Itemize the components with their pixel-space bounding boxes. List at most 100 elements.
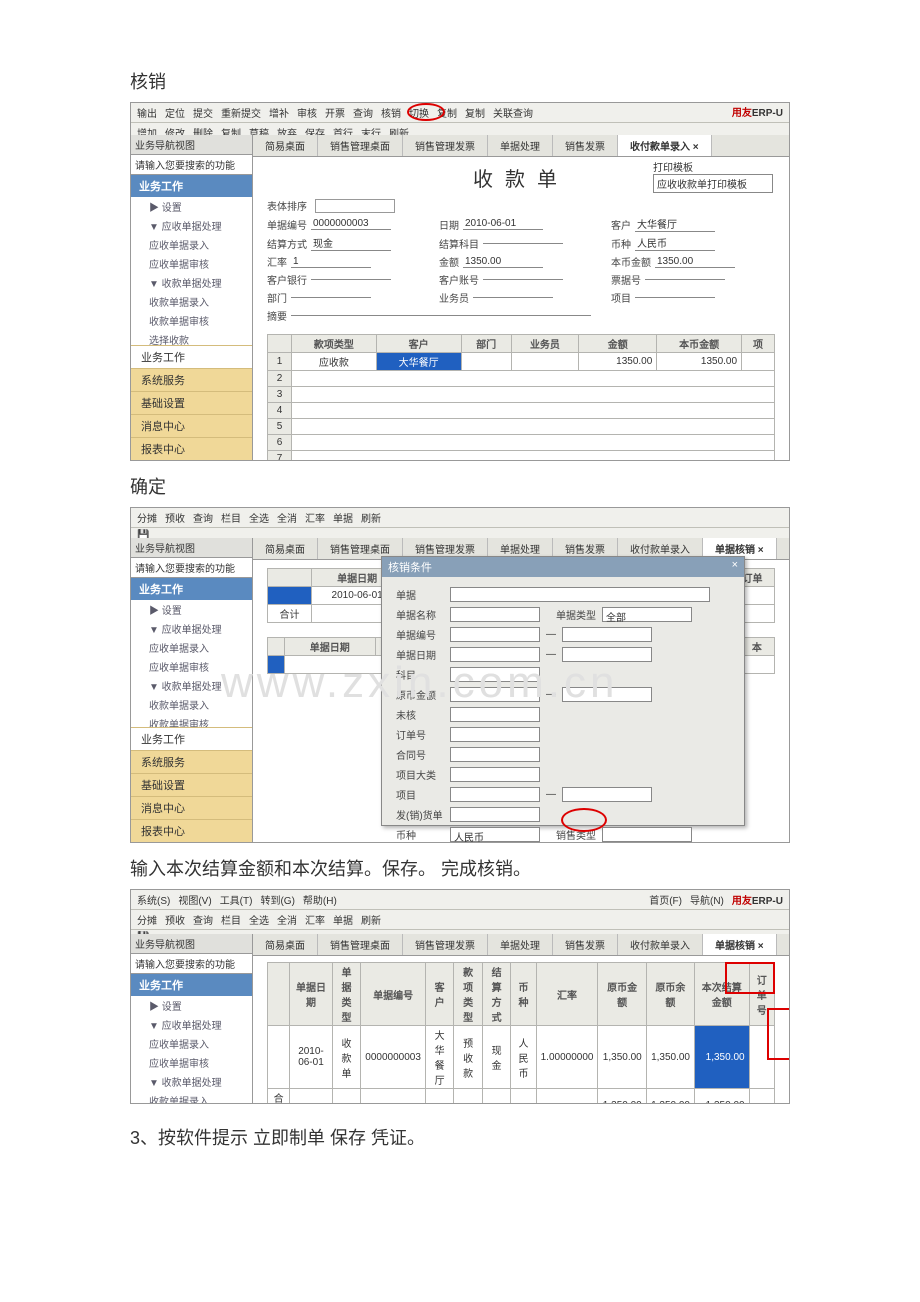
tb-item[interactable]: 栏目 [221, 510, 241, 525]
input[interactable] [450, 687, 540, 702]
input[interactable] [562, 647, 652, 662]
bottom-nav-item[interactable]: 业务工作 [131, 727, 252, 750]
menu-item[interactable]: 视图(V) [178, 892, 211, 907]
sidebar-item[interactable]: ▶ 设置 [131, 996, 252, 1015]
sidebar-search-prompt[interactable]: 请输入您要搜索的功能 [131, 155, 252, 175]
sidebar-item[interactable]: 应收单据审核 [131, 254, 252, 273]
input[interactable] [450, 667, 540, 682]
tb-item[interactable]: 输出 [137, 105, 157, 120]
tb-item[interactable]: 栏目 [221, 912, 241, 927]
menu-item[interactable]: 帮助(H) [303, 892, 337, 907]
sidebar-item[interactable]: 收款单据录入 [131, 292, 252, 311]
tb-item[interactable]: 查询 [193, 912, 213, 927]
sidebar-item[interactable]: 收款单据录入 [131, 695, 252, 714]
sidebar-item[interactable]: 应收单据录入 [131, 1034, 252, 1053]
menu-item[interactable]: 转到(G) [260, 892, 294, 907]
tab-active[interactable]: 单据核销 × [703, 934, 777, 955]
sidebar-item[interactable]: ▶ 设置 [131, 600, 252, 619]
tb-item[interactable]: 单据 [333, 912, 353, 927]
select[interactable]: 人民币 [450, 827, 540, 842]
menubar[interactable]: 系统(S) 视图(V) 工具(T) 转到(G) 帮助(H) 首页(F) 导航(N… [131, 890, 789, 910]
tb-item[interactable]: 全消 [277, 510, 297, 525]
tb-item[interactable]: 复制 [465, 105, 485, 120]
tb-item[interactable]: 查询 [193, 510, 213, 525]
sidebar-item[interactable]: ▼ 应收单据处理 [131, 216, 252, 235]
tab[interactable]: 单据处理 [488, 135, 553, 156]
select[interactable] [450, 607, 540, 622]
tab[interactable]: 收付款单录入 [618, 934, 703, 955]
bottom-nav-item[interactable]: 业务工作 [131, 345, 252, 368]
sidebar-item[interactable]: 应收单据录入 [131, 638, 252, 657]
tb-item[interactable]: 预收 [165, 510, 185, 525]
input[interactable] [450, 787, 540, 802]
tab[interactable]: 销售发票 [553, 135, 618, 156]
sidebar-item[interactable]: ▼ 应收单据处理 [131, 1015, 252, 1034]
tb-item[interactable]: 增补 [269, 105, 289, 120]
sidebar-item[interactable]: ▶ 设置 [131, 197, 252, 216]
bottom-nav-item[interactable]: 系统服务 [131, 750, 252, 773]
tb-item[interactable]: 查询 [353, 105, 373, 120]
tb-item[interactable]: 核销 [381, 105, 401, 120]
menu-item[interactable]: 系统(S) [137, 892, 170, 907]
menu-item[interactable]: 工具(T) [220, 892, 253, 907]
bottom-nav-item[interactable]: 报表中心 [131, 437, 252, 460]
tb-item[interactable]: 汇率 [305, 510, 325, 525]
tb-item[interactable]: 全选 [249, 510, 269, 525]
input[interactable] [602, 827, 692, 842]
tb-item[interactable]: 分摊 [137, 912, 157, 927]
nav-navigate[interactable]: 导航(N) [690, 892, 724, 907]
bottom-nav-item[interactable]: 基础设置 [131, 773, 252, 796]
tab[interactable]: 销售管理桌面 [318, 934, 403, 955]
sort-select[interactable] [315, 199, 395, 213]
tb-item[interactable]: 刷新 [361, 510, 381, 525]
tb-item[interactable]: 刷新 [361, 912, 381, 927]
tb-item[interactable]: 汇率 [305, 912, 325, 927]
tab[interactable]: 销售发票 [553, 934, 618, 955]
tab-active[interactable]: 收付款单录入 × [618, 135, 712, 156]
tab[interactable]: 销售管理发票 [403, 934, 488, 955]
tb-item[interactable]: 全消 [277, 912, 297, 927]
tab[interactable]: 简易桌面 [253, 538, 318, 559]
input[interactable] [450, 647, 540, 662]
bottom-nav-item[interactable]: 消息中心 [131, 414, 252, 437]
select[interactable]: 全部 [602, 607, 692, 622]
tb-item[interactable]: 开票 [325, 105, 345, 120]
tb-item[interactable]: 关联查询 [493, 105, 533, 120]
sidebar-item[interactable]: ▼ 收款单据处理 [131, 1072, 252, 1091]
sidebar-item[interactable]: ▼ 收款单据处理 [131, 676, 252, 695]
sidebar-item[interactable]: 收款单据录入 [131, 1091, 252, 1104]
tb-item[interactable]: 单据 [333, 510, 353, 525]
toolbar-primary[interactable]: 输出 定位 提交 重新提交 增补 审核 开票 查询 核销 切换 复制 复制 关联… [131, 103, 789, 123]
tab[interactable]: 简易桌面 [253, 135, 318, 156]
input[interactable] [562, 687, 652, 702]
tb-item[interactable]: 全选 [249, 912, 269, 927]
sidebar-item[interactable]: ▼ 应收单据处理 [131, 619, 252, 638]
tb-item[interactable]: 预收 [165, 912, 185, 927]
tb-item[interactable]: 提交 [193, 105, 213, 120]
tab[interactable]: 销售管理桌面 [318, 135, 403, 156]
input[interactable] [450, 747, 540, 762]
sidebar-search-prompt[interactable]: 请输入您要搜索的功能 [131, 954, 252, 974]
input[interactable] [450, 807, 540, 822]
close-icon[interactable]: × [732, 559, 738, 575]
tb-item[interactable]: 定位 [165, 105, 185, 120]
tab[interactable]: 简易桌面 [253, 934, 318, 955]
toolbar[interactable]: 分摊 预收 查询 栏目 全选 全消 汇率 单据 刷新 [131, 910, 789, 930]
bottom-nav-item[interactable]: 系统服务 [131, 368, 252, 391]
tab[interactable]: 单据处理 [488, 934, 553, 955]
sidebar-item[interactable]: 应收单据审核 [131, 657, 252, 676]
tb-item[interactable]: 审核 [297, 105, 317, 120]
sidebar-search-prompt[interactable]: 请输入您要搜索的功能 [131, 558, 252, 578]
bottom-nav-item[interactable]: 消息中心 [131, 796, 252, 819]
tb-item[interactable]: 重新提交 [221, 105, 261, 120]
nav-home[interactable]: 首页(F) [649, 892, 682, 907]
sidebar-item[interactable]: 应收单据审核 [131, 1053, 252, 1072]
sidebar-item[interactable]: 收款单据审核 [131, 311, 252, 330]
tab[interactable]: 销售管理发票 [403, 135, 488, 156]
sidebar-item[interactable]: 应收单据录入 [131, 235, 252, 254]
input[interactable] [562, 627, 652, 642]
input[interactable] [562, 787, 652, 802]
select[interactable] [450, 767, 540, 782]
sidebar-item[interactable]: ▼ 收款单据处理 [131, 273, 252, 292]
toolbar[interactable]: 分摊 预收 查询 栏目 全选 全消 汇率 单据 刷新 [131, 508, 789, 528]
